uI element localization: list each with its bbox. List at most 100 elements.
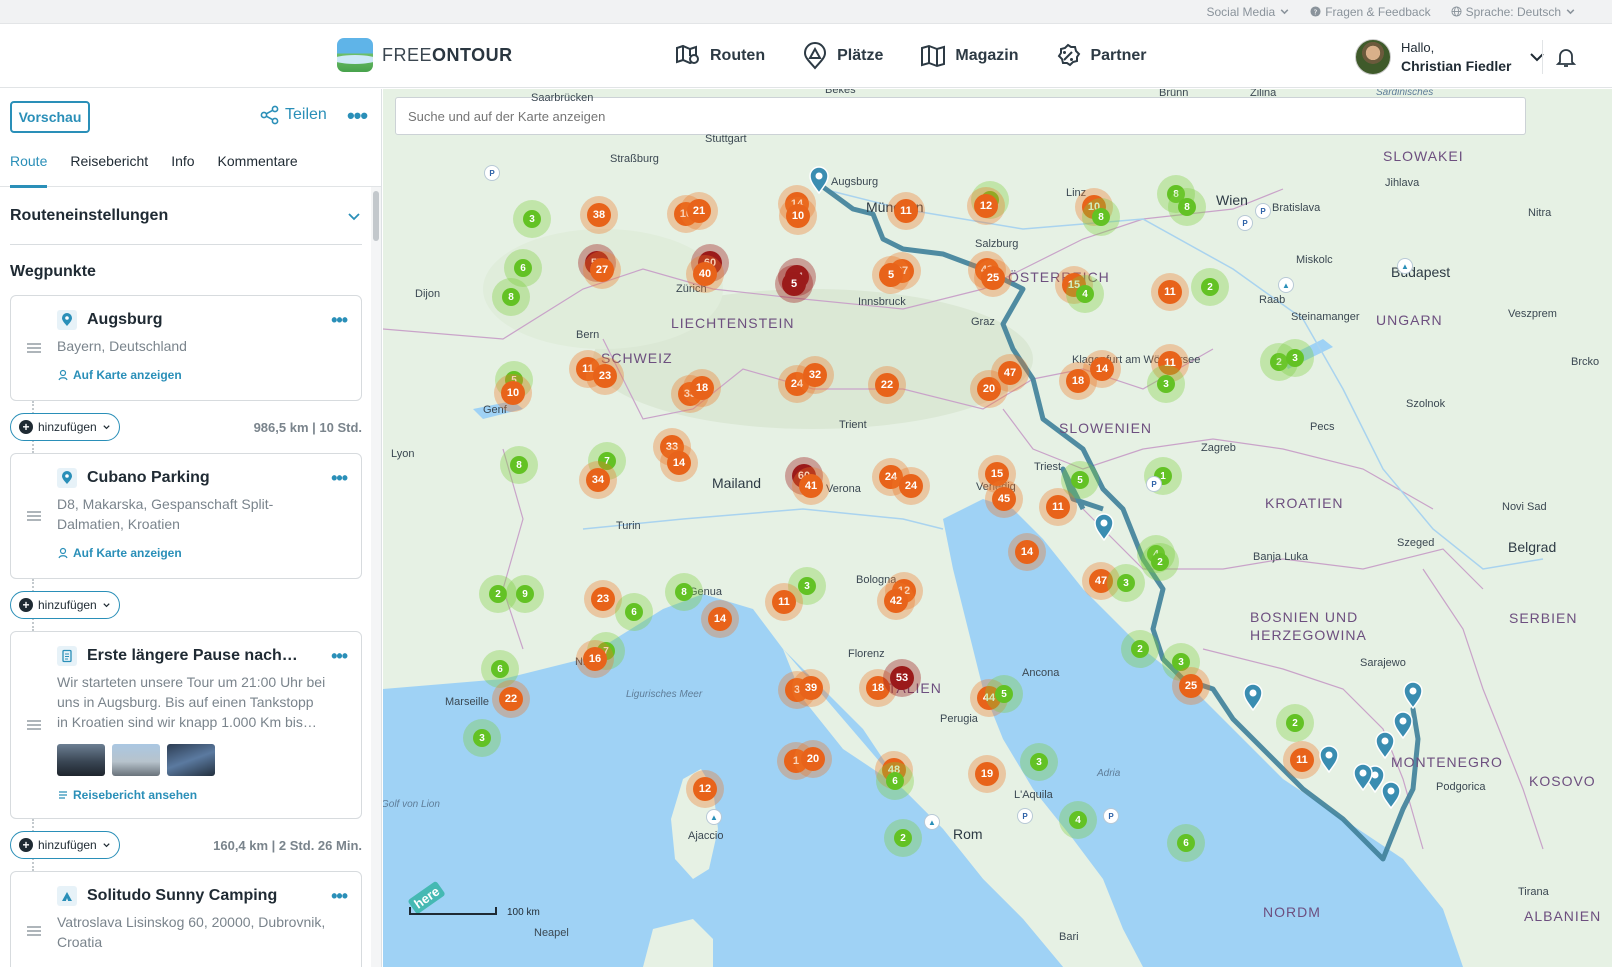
- waypoint-more-icon[interactable]: •••: [331, 310, 348, 331]
- place-cluster[interactable]: 47: [991, 354, 1029, 392]
- photo-thumbnail[interactable]: [112, 744, 160, 776]
- parking-poi-icon[interactable]: P: [1255, 203, 1271, 219]
- place-cluster[interactable]: 34: [579, 461, 617, 499]
- tab-route[interactable]: Route: [10, 145, 48, 188]
- preview-button[interactable]: Vorschau: [10, 101, 90, 133]
- camping-poi-icon[interactable]: ▲: [1397, 258, 1413, 274]
- waypoint-card[interactable]: Erste längere Pause nach… ••• Wir starte…: [10, 631, 362, 819]
- place-cluster[interactable]: 9: [506, 575, 544, 613]
- place-cluster[interactable]: 5: [775, 265, 813, 303]
- parking-poi-icon[interactable]: P: [1146, 476, 1162, 492]
- place-cluster[interactable]: 16: [576, 640, 614, 678]
- place-cluster[interactable]: 11: [1151, 273, 1189, 311]
- place-cluster[interactable]: 8: [492, 278, 530, 316]
- place-cluster[interactable]: 10: [494, 374, 532, 412]
- scrollbar-thumb[interactable]: [373, 191, 379, 241]
- camping-poi-icon[interactable]: ▲: [924, 814, 940, 830]
- place-cluster[interactable]: 5: [872, 256, 910, 294]
- waypoint-pin-icon[interactable]: [808, 166, 830, 194]
- camping-poi-icon[interactable]: ▲: [1278, 277, 1294, 293]
- waypoint-pin-icon[interactable]: [1392, 711, 1414, 739]
- social-media-menu[interactable]: Social Media: [1207, 5, 1291, 19]
- place-cluster[interactable]: 14: [1008, 533, 1046, 571]
- place-cluster[interactable]: 3: [1147, 365, 1185, 403]
- place-cluster[interactable]: 41: [792, 467, 830, 505]
- place-cluster[interactable]: 14: [1083, 350, 1121, 388]
- show-on-map-link[interactable]: Auf Karte anzeigen: [57, 546, 347, 560]
- nav-magazin[interactable]: Magazin: [919, 38, 1018, 74]
- place-cluster[interactable]: 14: [660, 444, 698, 482]
- drag-handle-icon[interactable]: [27, 926, 41, 936]
- place-cluster[interactable]: 2: [1276, 704, 1314, 742]
- waypoint-more-icon[interactable]: •••: [331, 468, 348, 489]
- place-cluster[interactable]: 25: [974, 259, 1012, 297]
- add-waypoint-button[interactable]: + hinzufügen: [10, 413, 120, 441]
- waypoint-pin-icon[interactable]: [1318, 745, 1340, 773]
- place-cluster[interactable]: 12: [967, 187, 1005, 225]
- waypoint-list-scroll[interactable]: Routeneinstellungen Wegpunkte Augsburg •…: [0, 187, 372, 967]
- waypoint-pin-icon[interactable]: [1093, 513, 1115, 541]
- drag-handle-icon[interactable]: [27, 720, 41, 730]
- waypoint-pin-icon[interactable]: [1352, 763, 1374, 791]
- waypoint-more-icon[interactable]: •••: [331, 646, 348, 667]
- place-cluster[interactable]: 8: [665, 573, 703, 611]
- sidebar-scrollbar[interactable]: [371, 187, 381, 967]
- place-cluster[interactable]: 11: [887, 192, 925, 230]
- place-cluster[interactable]: 11: [1283, 741, 1321, 779]
- language-menu[interactable]: Sprache: Deutsch: [1451, 5, 1576, 19]
- place-cluster[interactable]: 3: [513, 200, 551, 238]
- place-cluster[interactable]: 10: [779, 197, 817, 235]
- waypoint-card[interactable]: Solitudo Sunny Camping ••• Vatroslava Li…: [10, 871, 362, 967]
- read-report-link[interactable]: Reisebericht ansehen: [57, 788, 347, 802]
- place-cluster[interactable]: 23: [586, 357, 624, 395]
- tab-reisebericht[interactable]: Reisebericht: [70, 145, 148, 187]
- place-cluster[interactable]: 2: [1191, 268, 1229, 306]
- place-cluster[interactable]: 3: [463, 719, 501, 757]
- tab-info[interactable]: Info: [171, 145, 194, 187]
- place-cluster[interactable]: 6: [876, 762, 914, 800]
- route-map[interactable]: SaarbrückenStuttgartStraßburgAugsburgMün…: [383, 89, 1612, 967]
- place-cluster[interactable]: 4: [1059, 801, 1097, 839]
- place-cluster[interactable]: 2: [1141, 543, 1179, 581]
- place-cluster[interactable]: 22: [868, 366, 906, 404]
- photo-thumbnail[interactable]: [57, 744, 105, 776]
- place-cluster[interactable]: 6: [1167, 824, 1205, 862]
- place-cluster[interactable]: 14: [701, 600, 739, 638]
- place-cluster[interactable]: 4: [1066, 275, 1104, 313]
- place-cluster[interactable]: 3: [1276, 339, 1314, 377]
- nav-routen[interactable]: Routen: [674, 38, 765, 74]
- place-cluster[interactable]: 24: [892, 467, 930, 505]
- place-cluster[interactable]: 20: [794, 740, 832, 778]
- parking-poi-icon[interactable]: P: [484, 165, 500, 181]
- show-on-map-link[interactable]: Auf Karte anzeigen: [57, 368, 347, 382]
- parking-poi-icon[interactable]: P: [1103, 808, 1119, 824]
- place-cluster[interactable]: 25: [1172, 667, 1210, 705]
- nav-partner[interactable]: Partner: [1054, 38, 1147, 74]
- waypoint-pin-icon[interactable]: [1402, 681, 1424, 709]
- place-cluster[interactable]: 3: [1107, 564, 1145, 602]
- place-cluster[interactable]: 2: [1121, 630, 1159, 668]
- place-cluster[interactable]: 8: [1082, 198, 1120, 236]
- freeontour-logo[interactable]: FREEONTOUR: [337, 38, 513, 72]
- place-cluster[interactable]: 21: [680, 192, 718, 230]
- feedback-link[interactable]: ? Fragen & Feedback: [1310, 5, 1431, 19]
- drag-handle-icon[interactable]: [27, 343, 41, 353]
- place-cluster[interactable]: 12: [686, 770, 724, 808]
- waypoint-pin-icon[interactable]: [1380, 781, 1402, 809]
- place-cluster[interactable]: 8: [500, 446, 538, 484]
- add-waypoint-button[interactable]: + hinzufügen: [10, 591, 120, 619]
- place-cluster[interactable]: 5: [985, 675, 1023, 713]
- place-cluster[interactable]: 27: [583, 251, 621, 289]
- place-cluster[interactable]: 6: [615, 593, 653, 631]
- place-cluster[interactable]: 32: [796, 356, 834, 394]
- waypoint-card[interactable]: Augsburg ••• Bayern, Deutschland Auf Kar…: [10, 295, 362, 401]
- place-cluster[interactable]: 8: [1168, 188, 1206, 226]
- place-cluster[interactable]: 45: [985, 480, 1023, 518]
- parking-poi-icon[interactable]: P: [1017, 808, 1033, 824]
- waypoint-card[interactable]: Cubano Parking ••• D8, Makarska, Gespans…: [10, 453, 362, 579]
- route-settings-toggle[interactable]: Routeneinstellungen: [10, 187, 362, 245]
- more-options-icon[interactable]: •••: [344, 103, 370, 129]
- place-cluster[interactable]: 11: [1039, 488, 1077, 526]
- place-cluster[interactable]: 19: [968, 755, 1006, 793]
- photo-thumbnail[interactable]: [167, 744, 215, 776]
